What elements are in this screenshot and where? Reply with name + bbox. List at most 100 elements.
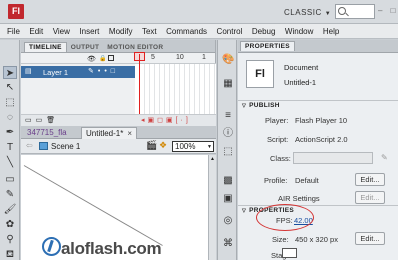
- free-transform-tool-icon[interactable]: ⬚: [3, 96, 17, 109]
- properties-tab-bar: PROPERTIES: [238, 40, 398, 53]
- motion-presets-icon[interactable]: ◎: [222, 215, 234, 227]
- player-label: Player:: [265, 116, 289, 125]
- search-input[interactable]: [335, 4, 375, 19]
- outline-icon[interactable]: [108, 55, 114, 61]
- size-value: 450 x 320 px: [295, 235, 338, 244]
- deco-tool-icon[interactable]: ✿: [3, 218, 17, 231]
- timeline-header: 👁 🔒 5 10 1: [21, 53, 216, 64]
- subselection-tool-icon[interactable]: ↖: [3, 81, 17, 94]
- swatches-panel-icon[interactable]: ▦: [222, 78, 234, 90]
- tab-timeline[interactable]: TIMELINE: [24, 42, 67, 52]
- vertical-scrollbar[interactable]: ▲: [208, 155, 216, 260]
- menu-window[interactable]: Window: [285, 27, 313, 36]
- document-badge-icon: Fl: [246, 60, 274, 88]
- align-panel-icon[interactable]: ≡: [222, 110, 234, 122]
- bone-tool-icon[interactable]: ⚲: [3, 233, 17, 246]
- air-settings-label: AIR Settings: [278, 194, 320, 203]
- collapse-icon: ▽: [242, 208, 247, 214]
- lock-icon[interactable]: 🔒: [99, 55, 106, 62]
- scene-label[interactable]: Scene 1: [51, 142, 80, 151]
- lasso-tool-icon[interactable]: ◌: [3, 111, 17, 124]
- back-arrow-icon[interactable]: ⇦: [26, 141, 33, 150]
- workspace-label: CLASSIC: [284, 8, 322, 17]
- menu-modify[interactable]: Modify: [109, 27, 133, 36]
- color-panel-icon[interactable]: 🎨: [222, 54, 234, 66]
- doc-tab-active[interactable]: Untitled-1* ×: [81, 127, 138, 139]
- menu-text[interactable]: Text: [142, 27, 157, 36]
- layer-state-icons[interactable]: ✎••□: [88, 67, 119, 75]
- menu-insert[interactable]: Insert: [79, 27, 99, 36]
- timeline-panel: TIMELINE OUTPUT MOTION EDITOR 👁 🔒 5 10 1…: [21, 40, 216, 126]
- layer-name: Layer 1: [43, 68, 69, 77]
- edit-scene-icon[interactable]: 🎬: [146, 140, 157, 151]
- tab-motion-editor[interactable]: MOTION EDITOR: [103, 43, 167, 52]
- size-edit-button[interactable]: Edit...: [355, 232, 385, 245]
- rectangle-tool-icon[interactable]: ▭: [3, 173, 17, 186]
- doc-tab-label: Untitled-1*: [86, 129, 124, 138]
- pencil-icon[interactable]: ✎: [381, 153, 388, 162]
- collapse-icon: ▽: [242, 103, 247, 109]
- info-panel-icon[interactable]: ⓘ: [222, 128, 234, 140]
- document-type: Document: [284, 63, 319, 72]
- class-label: Class:: [270, 154, 291, 163]
- tab-properties[interactable]: PROPERTIES: [240, 41, 295, 51]
- profile-edit-button[interactable]: Edit...: [355, 173, 385, 186]
- publish-section-header[interactable]: ▽ PUBLISH: [238, 100, 398, 110]
- layer-row[interactable]: ▤ Layer 1 ✎••□: [21, 66, 135, 78]
- search-icon: [338, 7, 346, 15]
- stage-color-swatch[interactable]: [282, 248, 297, 258]
- menu-help[interactable]: Help: [323, 27, 339, 36]
- paint-bucket-tool-icon[interactable]: ⛾: [3, 248, 17, 260]
- publish-section-title: PUBLISH: [249, 102, 280, 109]
- menu-debug[interactable]: Debug: [252, 27, 276, 36]
- scroll-up-icon[interactable]: ▲: [210, 156, 215, 162]
- chevron-down-icon: ▼: [324, 11, 332, 17]
- workspace-switcher[interactable]: CLASSIC ▼: [284, 8, 331, 17]
- zoom-value: 100%: [175, 142, 196, 151]
- frame-number: 10: [176, 54, 184, 61]
- frame-number: 5: [151, 54, 155, 61]
- frame-grid[interactable]: [135, 64, 216, 114]
- actions-panel-icon[interactable]: ⌘: [222, 238, 234, 250]
- script-value: ActionScript 2.0: [295, 135, 348, 144]
- frame-number: 1: [202, 54, 206, 61]
- close-icon[interactable]: ×: [127, 129, 132, 138]
- title-bar: Fl CLASSIC▼ – □ ×: [0, 0, 398, 24]
- window-buttons[interactable]: – □ ×: [378, 6, 398, 15]
- menu-view[interactable]: View: [53, 27, 70, 36]
- text-tool-icon[interactable]: T: [3, 141, 17, 154]
- class-input[interactable]: [293, 152, 373, 164]
- zoom-select[interactable]: 100% ▼: [172, 141, 214, 152]
- pencil-tool-icon[interactable]: ✎: [3, 188, 17, 201]
- menu-edit[interactable]: Edit: [29, 27, 43, 36]
- library-panel-icon[interactable]: ▩: [222, 175, 234, 187]
- transform-panel-icon[interactable]: ⬚: [222, 146, 234, 158]
- watermark-logo-icon: [42, 237, 61, 256]
- pen-tool-icon[interactable]: ✒: [3, 126, 17, 139]
- selection-tool-icon[interactable]: ➤: [3, 66, 17, 79]
- tab-output[interactable]: OUTPUT: [67, 43, 104, 52]
- profile-value: Default: [295, 176, 319, 185]
- brush-tool-icon[interactable]: 🖌: [3, 203, 17, 216]
- layer-icon: ▤: [25, 68, 32, 75]
- components-panel-icon[interactable]: ▣: [222, 193, 234, 205]
- properties-panel: PROPERTIES Fl Document Untitled-1 ▽ PUBLI…: [238, 40, 398, 260]
- eye-icon[interactable]: 👁: [87, 55, 96, 63]
- document-tabs: 347715_fla Untitled-1* ×: [21, 126, 216, 139]
- line-tool-icon[interactable]: ╲: [3, 156, 17, 169]
- size-label: Size:: [272, 235, 289, 244]
- timeline-tabs: TIMELINE OUTPUT MOTION EDITOR: [21, 40, 215, 53]
- menu-commands[interactable]: Commands: [166, 27, 207, 36]
- layer-buttons-icon[interactable]: ▭▭🗑: [25, 116, 59, 124]
- timeline-footer: ▭▭🗑 ◂▣◻▣[·]: [21, 114, 216, 126]
- onion-skin-icon[interactable]: ◂▣◻▣[·]: [141, 116, 191, 124]
- doc-tab-inactive[interactable]: 347715_fla: [23, 127, 71, 139]
- menu-control[interactable]: Control: [217, 27, 243, 36]
- edit-symbols-icon[interactable]: ❖: [159, 140, 167, 151]
- tools-panel: ➤ ↖ ⬚ ◌ ✒ T ╲ ▭ ✎ 🖌 ✿ ⚲ ⛾: [0, 40, 20, 260]
- menu-file[interactable]: File: [7, 27, 20, 36]
- air-edit-button[interactable]: Edit...: [355, 191, 385, 204]
- script-label: Script:: [267, 135, 289, 144]
- scene-icon: [39, 142, 48, 150]
- fps-highlight-circle: [256, 204, 314, 231]
